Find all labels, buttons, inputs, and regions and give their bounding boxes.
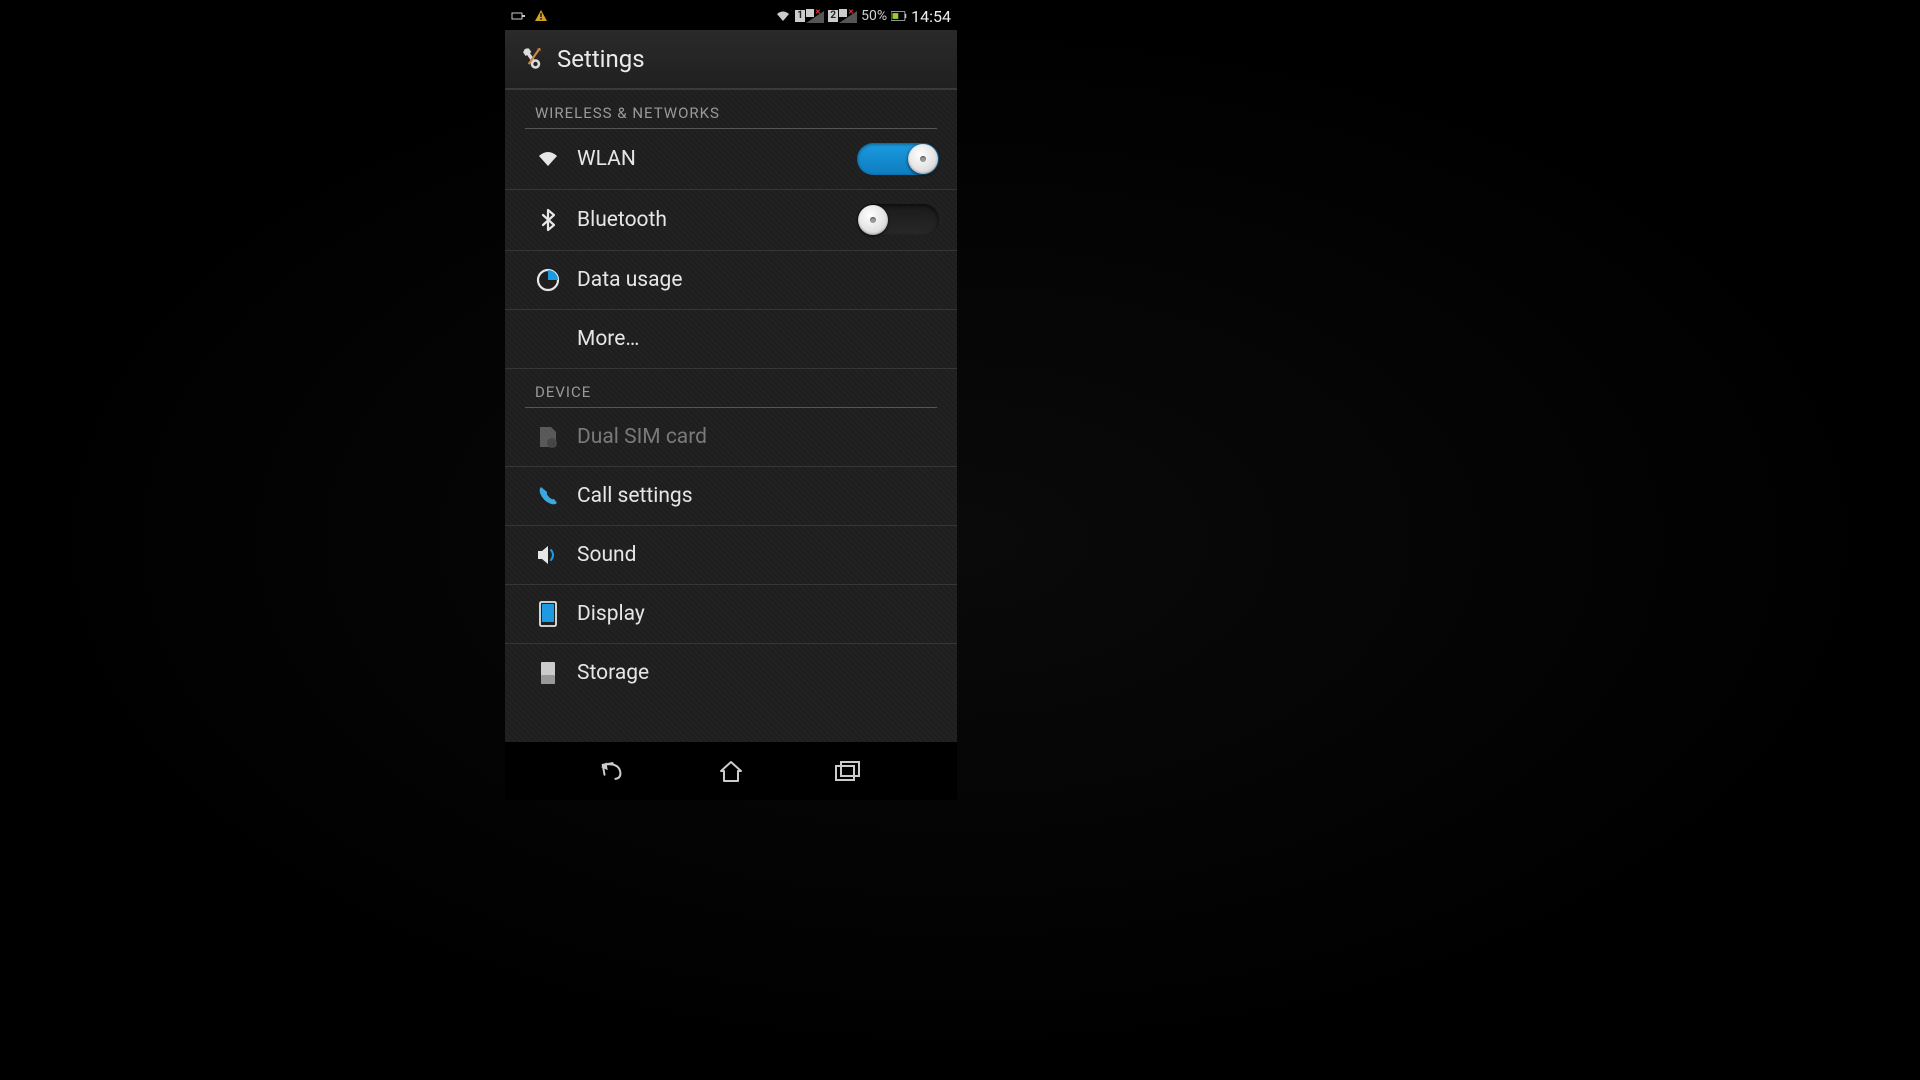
storage-icon [535,660,561,686]
item-sound-label: Sound [577,543,939,567]
usb-icon [511,9,527,23]
wlan-toggle[interactable] [857,143,939,175]
item-display-label: Display [577,602,939,626]
phone-icon [535,483,561,509]
settings-icon [519,46,545,72]
item-dual-sim-label: Dual SIM card [577,425,939,449]
display-icon [535,601,561,627]
item-more[interactable]: More… [505,310,957,369]
app-header: Settings [505,30,957,90]
data-usage-icon [535,267,561,293]
phone-screen: 1 ✕ 2 ✕ 50% 14:54 [505,2,957,800]
item-data-usage[interactable]: Data usage [505,251,957,310]
item-display[interactable]: Display [505,585,957,644]
item-call-settings-label: Call settings [577,484,939,508]
recent-apps-button[interactable] [832,755,864,787]
item-bluetooth[interactable]: Bluetooth [505,190,957,251]
settings-app: Settings WIRELESS & NETWORKS WLAN Blueto… [505,30,957,742]
bluetooth-icon [535,207,561,233]
item-storage-label: Storage [577,661,939,685]
page-title: Settings [557,45,645,73]
bluetooth-toggle[interactable] [857,204,939,236]
clock: 14:54 [911,7,951,26]
navigation-bar [505,742,957,800]
item-storage[interactable]: Storage [505,644,957,702]
battery-icon [891,9,907,23]
item-more-label: More… [577,327,939,351]
sound-icon [535,542,561,568]
section-device-label: DEVICE [505,369,957,407]
warning-icon [533,9,549,23]
item-sound[interactable]: Sound [505,526,957,585]
battery-percent: 50% [861,8,887,24]
status-bar: 1 ✕ 2 ✕ 50% 14:54 [505,2,957,30]
item-data-usage-label: Data usage [577,268,939,292]
item-dual-sim: Dual SIM card [505,408,957,467]
sim2-indicator: 2 ✕ [828,9,857,23]
item-wlan[interactable]: WLAN [505,129,957,190]
back-button[interactable] [598,755,630,787]
section-wireless-label: WIRELESS & NETWORKS [505,90,957,128]
item-bluetooth-label: Bluetooth [577,208,841,232]
sim1-indicator: 1 ✕ [795,9,824,23]
item-call-settings[interactable]: Call settings [505,467,957,526]
item-wlan-label: WLAN [577,147,841,171]
wifi-icon [775,9,791,23]
wifi-icon [535,146,561,172]
sim-icon [535,424,561,450]
home-button[interactable] [715,755,747,787]
